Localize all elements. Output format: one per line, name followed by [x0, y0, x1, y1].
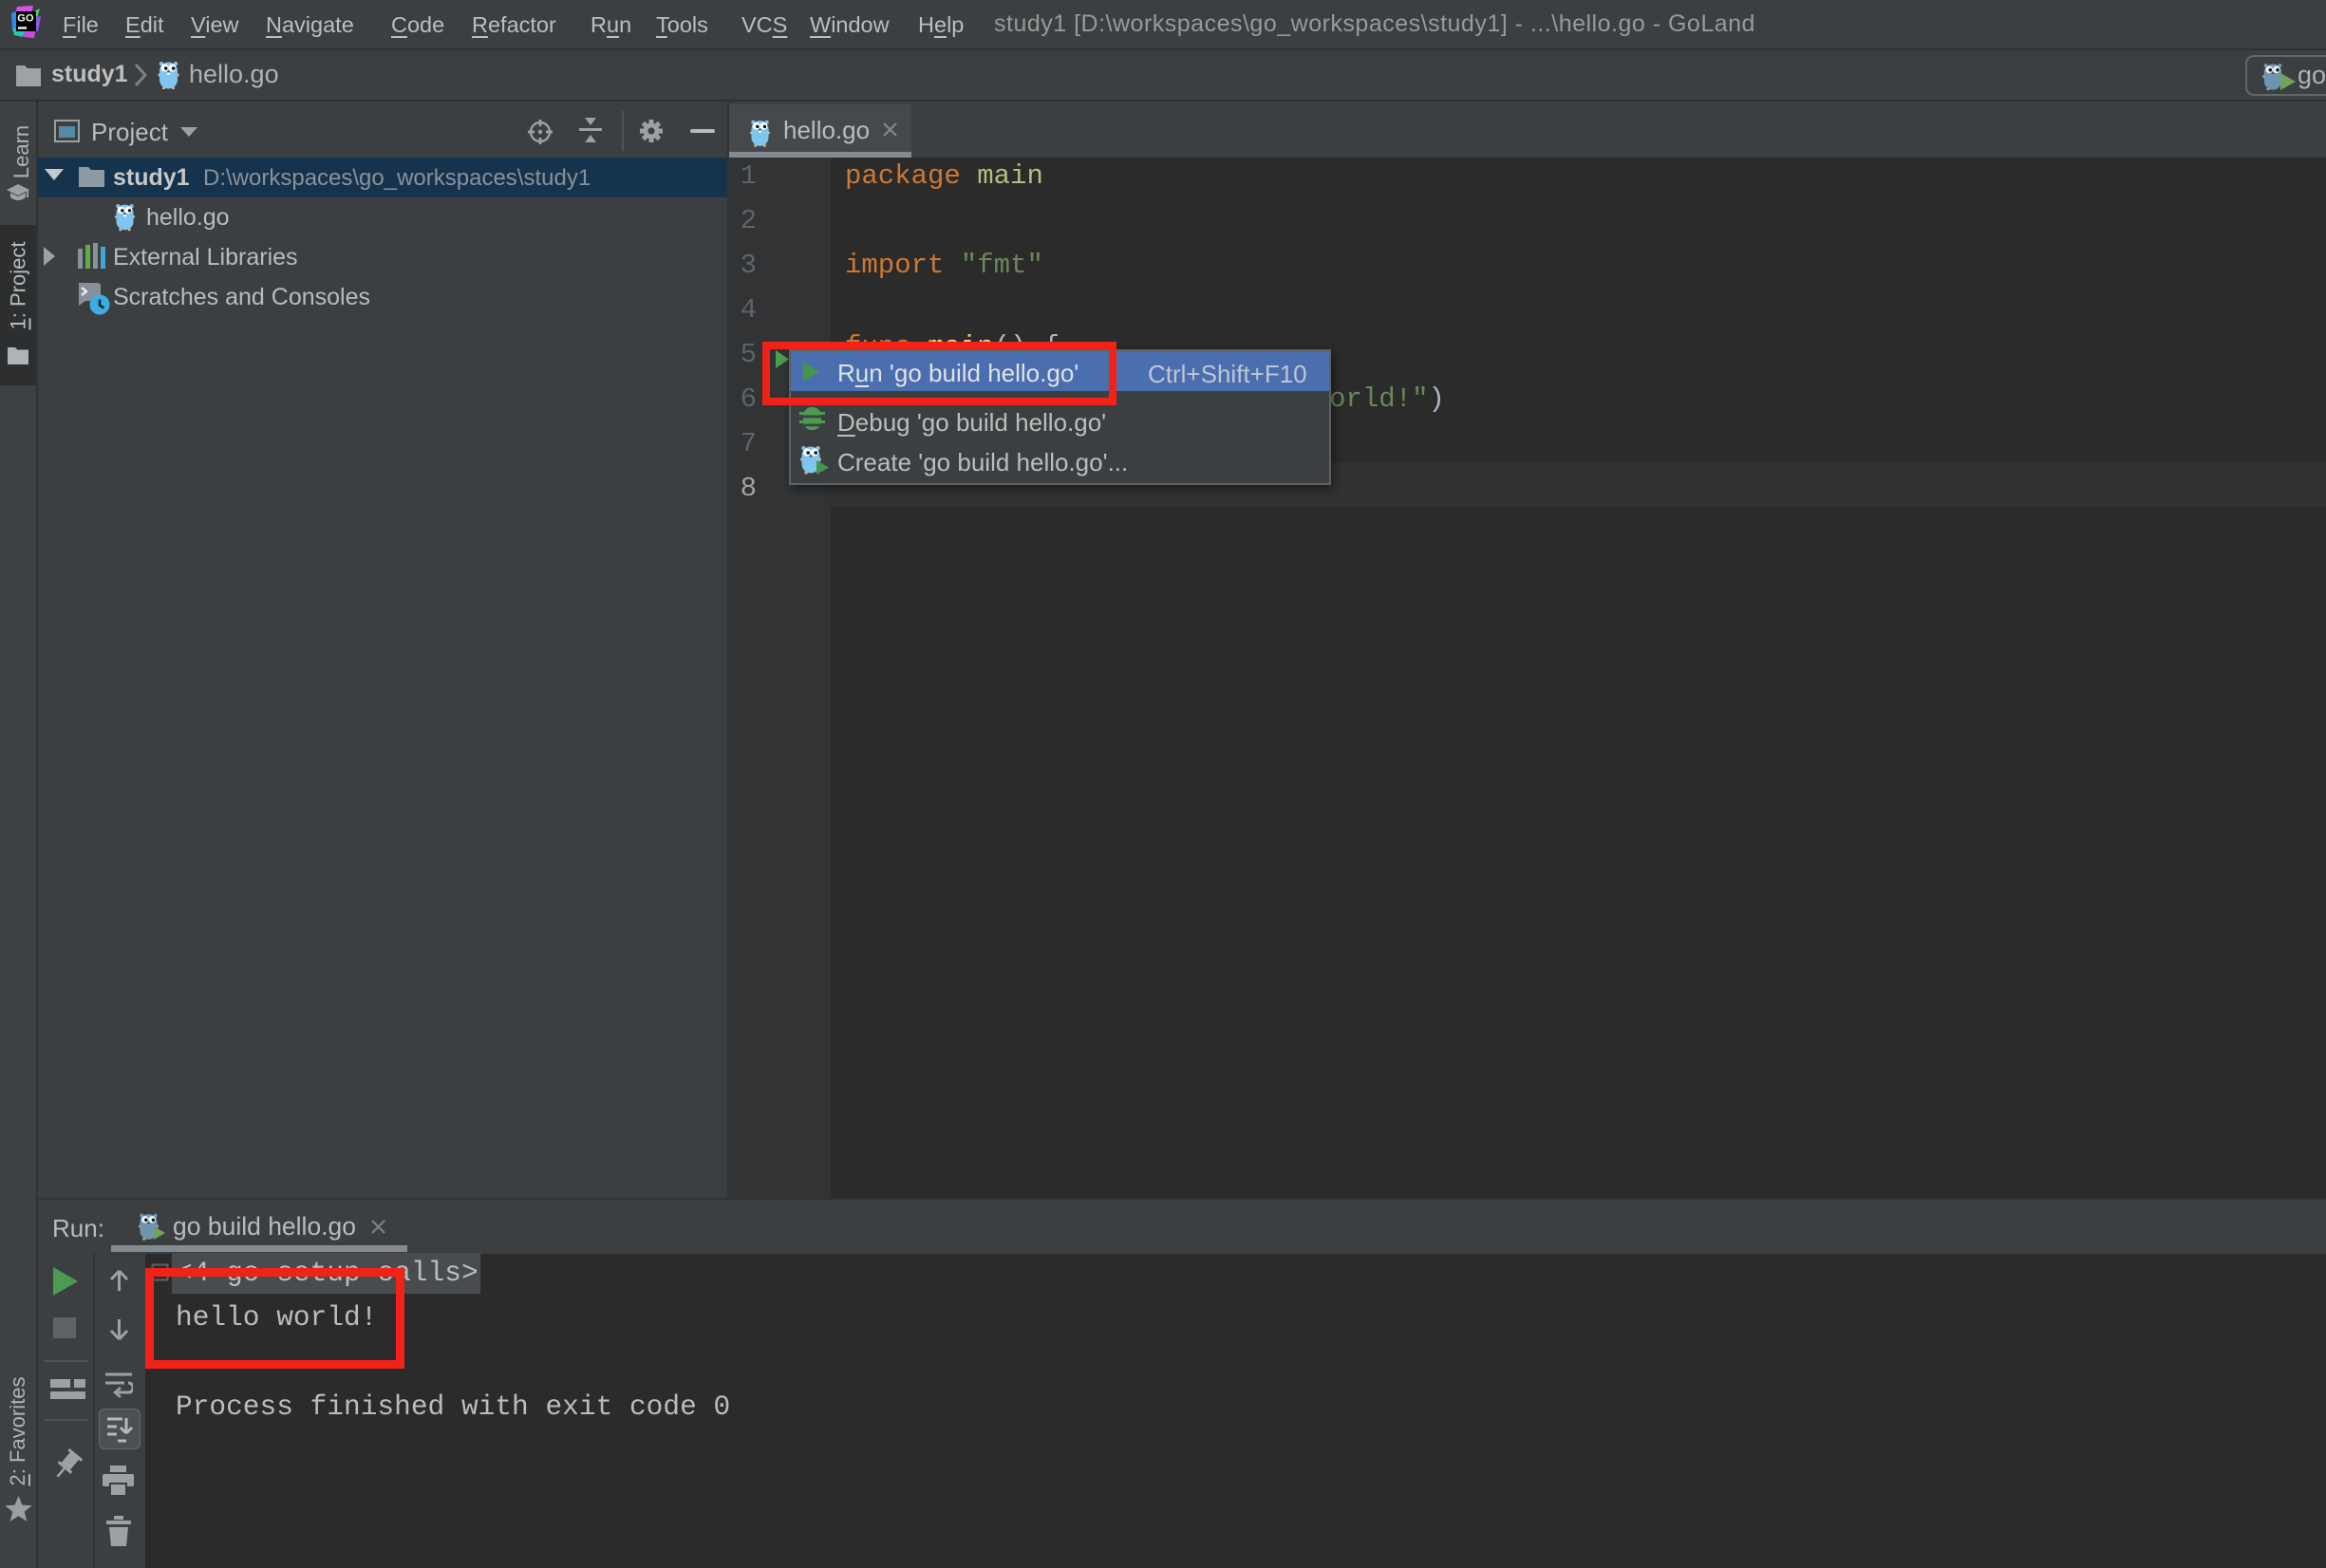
- svg-text:GO: GO: [17, 13, 34, 25]
